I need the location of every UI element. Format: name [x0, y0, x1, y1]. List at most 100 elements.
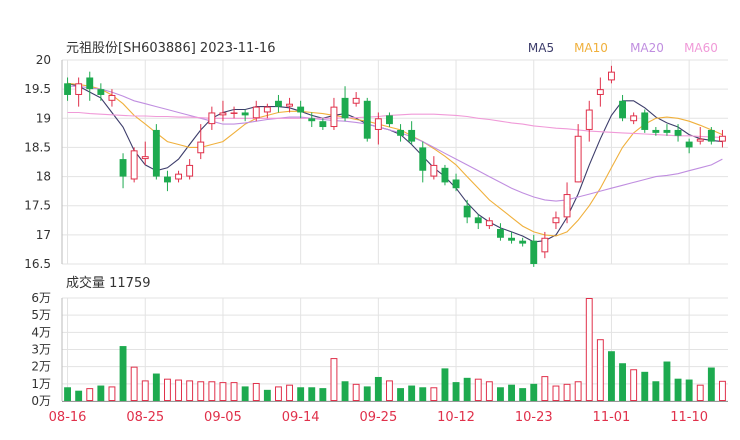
volume-bar-down [75, 390, 83, 401]
candle-body-up [75, 83, 83, 95]
candle [541, 231, 549, 259]
candle [585, 100, 593, 142]
candle [397, 124, 404, 142]
volume-bar-down [241, 386, 249, 401]
candle [130, 147, 138, 183]
x-tick-label: 11-01 [593, 410, 631, 425]
candle [630, 112, 638, 125]
legend-ma60: MA60 [684, 41, 718, 55]
volume-bar-up [696, 384, 704, 402]
volume-bar-up [130, 366, 138, 401]
volume-bar-down [663, 361, 671, 401]
candle-body-up [175, 173, 182, 180]
volume-bar-down [363, 386, 371, 401]
candle-body-down [530, 240, 538, 264]
candle [574, 124, 582, 183]
candle-body-down [119, 159, 127, 177]
candle-body-up [374, 118, 382, 130]
candle-body-down [663, 129, 671, 133]
candle [164, 170, 171, 192]
candle-body-up [585, 109, 593, 130]
candle [508, 231, 515, 244]
candle-body-up [208, 112, 216, 125]
candle [341, 86, 349, 122]
candle-body-down [508, 237, 515, 241]
candle-body-down [275, 100, 282, 107]
volume-bar-down [297, 387, 305, 401]
volume-bar-up [275, 386, 282, 401]
volume-bar-up [541, 376, 549, 402]
candle [374, 112, 382, 145]
candle-body-down [241, 112, 249, 116]
candle-body-down [97, 89, 105, 95]
candle-body-down [152, 129, 160, 177]
volume-bar-down [308, 387, 316, 401]
legend-ma5: MA5 [528, 41, 554, 55]
candle [430, 156, 438, 180]
candle-body-down [341, 97, 349, 119]
volume-bar-down [408, 385, 416, 401]
legend: MA5 MA10 MA20 MA60 [528, 41, 718, 55]
volume-bar-up [386, 380, 393, 401]
candle [463, 199, 471, 224]
volume-bar-down [452, 382, 460, 401]
volume-y-tick-label: 4万 [31, 325, 51, 339]
x-tick-label: 09-14 [282, 410, 320, 425]
candle-body-down [519, 240, 527, 244]
candle [152, 124, 160, 180]
candle-body-up [541, 237, 549, 253]
candle [119, 153, 127, 189]
candle [685, 138, 693, 154]
candle [441, 164, 449, 186]
candle [175, 170, 182, 183]
candle-body-up [352, 97, 360, 104]
candle-body-up [430, 164, 438, 177]
volume-bar-down [441, 368, 449, 401]
volume-label: 成交量 11759 [66, 275, 151, 291]
x-tick-label: 08-16 [49, 410, 87, 425]
candle [275, 94, 282, 113]
price-y-tick-label: 19.5 [24, 82, 51, 96]
candle [286, 97, 293, 113]
volume-bar-up [219, 382, 227, 402]
volume-bar-up [485, 381, 493, 401]
candle-body-down [497, 229, 504, 238]
candle-body-down [685, 141, 693, 148]
candle-body-down [707, 129, 715, 142]
candle-body-down [363, 100, 371, 139]
price-y-tick-label: 19 [36, 111, 51, 125]
volume-bar-down [397, 388, 404, 401]
candle [208, 106, 216, 130]
candle-body-down [619, 100, 626, 119]
volume-bar-up [596, 339, 604, 402]
volume-y-tick-label: 6万 [31, 291, 51, 305]
volume-y-tick-label: 3万 [31, 343, 51, 357]
candlesticks [64, 65, 726, 267]
candle-body-up [286, 103, 293, 107]
legend-ma10: MA10 [574, 41, 608, 55]
volume-bar-down [685, 379, 693, 401]
candle-body-up [186, 164, 194, 177]
candle [230, 106, 238, 119]
candle [663, 124, 671, 136]
candle-body-up [552, 217, 560, 224]
candle-body-up [608, 71, 615, 81]
volume-bar-down [64, 387, 71, 401]
candle [297, 100, 305, 119]
volume-bar-down [674, 378, 682, 401]
x-tick-label: 10-12 [437, 410, 475, 425]
volume-bar-up [230, 382, 238, 402]
candle [97, 83, 105, 101]
volume-bar-up [330, 358, 338, 402]
volume-y-tick-label: 2万 [31, 360, 51, 374]
volume-bar-down [374, 376, 382, 401]
volume-bar-up [164, 378, 171, 401]
price-y-tick-label: 16.5 [24, 257, 51, 271]
x-tick-label: 09-25 [359, 410, 397, 425]
candle [64, 77, 71, 101]
volume-bar-up [208, 381, 216, 401]
volume-bar-up [352, 383, 360, 402]
candle-body-up [230, 112, 238, 114]
volume-bar-up [175, 379, 182, 401]
candle-body-down [319, 121, 327, 128]
